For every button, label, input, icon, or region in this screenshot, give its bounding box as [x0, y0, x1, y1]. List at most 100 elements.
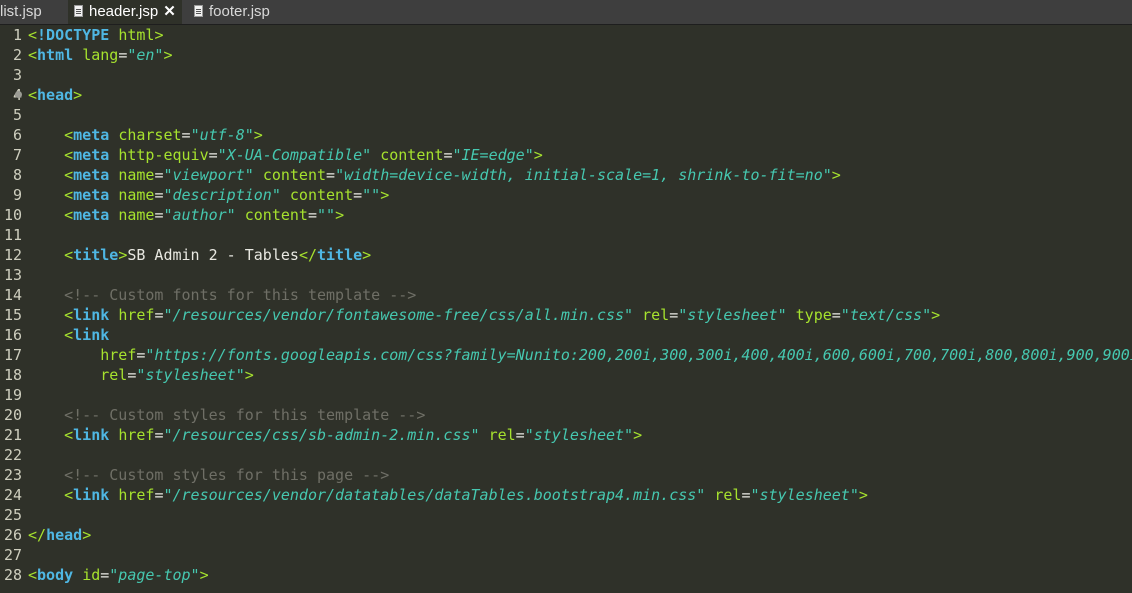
code-token: < [28, 26, 38, 44]
code-token: <!-- Custom fonts for this template --> [64, 286, 417, 304]
line-number: 25 [3, 506, 22, 524]
code-token: "https://fonts.googleapis.com/css?family… [145, 346, 1132, 364]
code-text: <link href = "/resources/css/sb-admin-2.mi… [28, 425, 642, 445]
code-token: "stylesheet" [750, 486, 859, 504]
code-token: rel [488, 426, 516, 444]
code-token: < [28, 566, 38, 584]
code-token: < [64, 486, 74, 504]
file-icon [74, 5, 83, 17]
fold-toggle-icon[interactable] [15, 91, 22, 98]
code-token: href [118, 426, 155, 444]
close-icon[interactable]: ✕ [163, 0, 176, 24]
code-text: <meta charset="utf-8"> [28, 125, 263, 145]
line-number: 10 [3, 206, 22, 224]
code-token: rel [714, 486, 742, 504]
line-number: 12 [3, 246, 22, 264]
code-token: < [64, 146, 74, 164]
code-token: > [73, 86, 83, 104]
code-token: = [326, 166, 336, 184]
code-token: "" [317, 206, 336, 224]
code-token: meta [73, 186, 110, 204]
code-token: type [795, 306, 832, 324]
code-text: <meta name="description" content=""> [28, 185, 389, 205]
code-token: = [831, 306, 841, 324]
line-number: 8 [12, 166, 22, 184]
line-number: 18 [3, 366, 22, 384]
code-token: > [362, 246, 372, 264]
code-text: <html lang="en"> [28, 45, 173, 65]
line-number: 3 [12, 66, 22, 84]
line-number: 22 [3, 446, 22, 464]
code-text: </head> [28, 525, 91, 545]
code-token: "page-top" [109, 566, 200, 584]
tab-label: list.jsp [0, 3, 42, 20]
code-token: rel [100, 366, 128, 384]
line-number: 2 [12, 46, 22, 64]
code-token: href [118, 486, 155, 504]
tab-header-jsp[interactable]: header.jsp ✕ [68, 0, 182, 24]
code-token: > [154, 26, 164, 44]
code-token: head [46, 526, 83, 544]
tab-label: header.jsp [89, 3, 159, 20]
code-token: "stylesheet" [678, 306, 787, 324]
code-token: id [82, 566, 101, 584]
code-token: name [118, 206, 155, 224]
code-token: meta [73, 206, 110, 224]
code-text: rel="stylesheet"> [28, 365, 254, 385]
code-token: "text/css" [840, 306, 932, 324]
code-text: <!-- Custom styles for this page --> [28, 465, 389, 485]
code-token: > [380, 186, 390, 204]
code-token: rel [642, 306, 670, 324]
code-token: = [353, 186, 363, 204]
code-text: <link [28, 325, 109, 345]
code-token: "utf-8" [190, 126, 254, 144]
code-token: "viewport" [163, 166, 254, 184]
code-token: "/resources/vendor/datatables/dataTables… [163, 486, 706, 504]
line-number: 1 [12, 26, 22, 44]
tab-list-jsp[interactable]: list.jsp [0, 0, 42, 24]
code-token: !DOCTYPE [37, 26, 110, 44]
code-token: < [28, 46, 38, 64]
line-number: 9 [12, 186, 22, 204]
code-token: > [118, 246, 128, 264]
line-number: 16 [3, 326, 22, 344]
code-token: meta [73, 126, 110, 144]
code-text: <body id="page-top"> [28, 565, 209, 585]
code-text: href="https://fonts.googleapis.com/css?f… [28, 345, 1132, 365]
code-token: "" [362, 186, 381, 204]
code-token: title [317, 246, 363, 264]
code-token: href [100, 346, 137, 364]
line-number: 11 [3, 226, 22, 244]
line-number: 17 [3, 346, 22, 364]
code-text: <title>SB Admin 2 - Tables</title> [28, 245, 371, 265]
code-token: </ [28, 526, 47, 544]
code-token: "/resources/vendor/fontawesome-free/css/… [163, 306, 634, 324]
code-text: <meta name="author" content=""> [28, 205, 344, 225]
tab-footer-jsp[interactable]: footer.jsp [194, 0, 270, 24]
code-token: = [307, 206, 317, 224]
line-number: 27 [3, 546, 22, 564]
code-token: > [335, 206, 345, 224]
code-token: content [289, 186, 354, 204]
code-text: <head> [28, 85, 82, 105]
code-token: < [64, 246, 74, 264]
code-editor[interactable]: 1<!DOCTYPE html>2<html lang="en">34<head… [0, 25, 1132, 593]
code-token: content [380, 146, 444, 164]
